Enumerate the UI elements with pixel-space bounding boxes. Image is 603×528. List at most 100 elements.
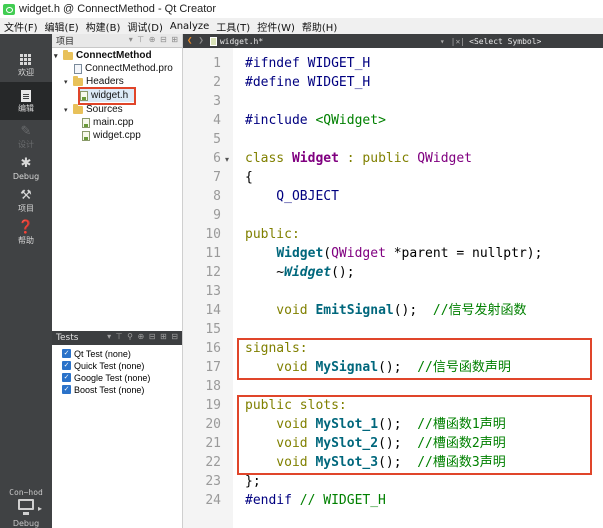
tests-pane: Tests ▾ ⊤ ⚲ ⊕ ⊟ ⊞ ⊟ ✓ Qt Test (none) ✓ Q… [52,331,183,528]
mode-projects-label: 项目 [18,204,34,213]
test-item-quick[interactable]: ✓ Quick Test (none) [62,360,144,371]
code-line-14: void EmitSignal(); //信号发射函数 [245,301,527,320]
tree-pro-label: ConnectMethod.pro [85,63,173,74]
symbol-selector[interactable]: <Select Symbol> [469,37,541,46]
help-question-icon: ❓ [17,220,35,235]
line-number: 19 [205,398,221,413]
menu-controls[interactable]: 控件(W) [257,19,295,34]
line-number: 7 [213,170,221,185]
checkbox-checked-icon[interactable]: ✓ [62,373,71,382]
menu-file[interactable]: 文件(F) [4,19,38,34]
build-config-label[interactable]: Debug [0,519,52,528]
line-number: 12 [205,265,221,280]
checkbox-checked-icon[interactable]: ✓ [62,361,71,370]
menu-bar: 文件(F) 编辑(E) 构建(B) 调试(D) Analyze 工具(T) 控件… [0,18,603,34]
expand-arrow-icon[interactable]: ▾ [64,106,73,114]
code-indent: ~ [245,265,285,280]
expand-arrow-icon[interactable]: ▾ [64,78,73,86]
menu-help[interactable]: 帮助(H) [302,19,337,34]
window-title: widget.h @ ConnectMethod - Qt Creator [19,3,217,15]
qt-creator-icon [3,3,15,15]
test-item-boost[interactable]: ✓ Boost Test (none) [62,384,144,395]
header-file-icon [209,36,217,46]
line-number: 10 [205,227,221,242]
mode-edit-button[interactable]: 编辑 [0,82,52,120]
code-line-7: { [245,170,253,185]
mode-help-button[interactable]: ❓ 帮助 [0,214,52,252]
function-name: EmitSignal [315,303,394,318]
tree-sources-label: Sources [86,104,123,115]
test-item-qt[interactable]: ✓ Qt Test (none) [62,348,131,359]
tests-pane-tools-icons[interactable]: ▾ ⊤ ⚲ ⊕ ⊟ ⊞ ⊟ [107,332,179,341]
tests-pane-toolbar: Tests ▾ ⊤ ⚲ ⊕ ⊟ ⊞ ⊟ [52,331,182,345]
preprocessor-directive: #define [245,75,300,90]
close-document-icon[interactable]: |✕| [451,37,465,46]
mode-welcome-label: 欢迎 [18,67,34,77]
line-number: 16 [205,341,221,356]
mode-welcome-button[interactable]: 欢迎 [0,46,52,84]
welcome-grid-icon [20,53,32,66]
source-file-icon [82,117,90,128]
test-item-label: Boost Test (none) [74,384,145,395]
line-number: 13 [205,284,221,299]
code-text: : public [338,151,418,166]
line-number: 11 [205,246,221,261]
fold-marker-icon[interactable]: ▾ [225,155,229,164]
code-line-11: Widget(QWidget *parent = nullptr); [245,244,542,263]
macro-name: WIDGET_H [299,56,371,71]
type-name: QWidget [331,246,386,261]
nav-forward-icon[interactable]: ❯ [198,36,203,46]
project-pane-tools-icons[interactable]: ▾ ⊤ ⊕ ⊟ ⊞ [129,35,179,44]
preprocessor-directive: #endif [245,493,292,508]
line-number: 23 [205,474,221,489]
tree-project-label: ConnectMethod [76,50,152,61]
code-comment: //信号发射函数 [432,303,527,318]
line-number: 21 [205,436,221,451]
menu-tools[interactable]: 工具(T) [216,19,250,34]
checkbox-checked-icon[interactable]: ✓ [62,385,71,394]
test-item-label: Google Test (none) [74,372,151,383]
code-text: (); [393,303,433,318]
checkbox-checked-icon[interactable]: ✓ [62,349,71,358]
editor-tab-bar: ❮ ❯ widget.h* ▾ |✕| <Select Symbol> [183,34,603,48]
kit-selector-monitor-icon[interactable] [18,499,34,515]
code-line-8: Q_OBJECT [245,189,339,204]
line-number: 14 [205,303,221,318]
mode-selector-bar: 欢迎 编辑 ✎ 设计 ✱ Debug ⚒ 项目 ❓ 帮助 Con~hod ▸ D… [0,34,52,528]
editor-document-tab[interactable]: widget.h* [220,37,440,46]
line-number: 18 [205,379,221,394]
line-number: 2 [213,75,221,90]
line-number: 15 [205,322,221,337]
project-view-selector[interactable]: 项目 [56,34,74,47]
macro-name: WIDGET_H [299,75,371,90]
preprocessor-directive: #ifndef [245,56,300,71]
test-item-google[interactable]: ✓ Google Test (none) [62,372,150,383]
kit-selector-caret-icon[interactable]: ▸ [38,504,42,513]
preprocessor-directive: #include [245,113,308,128]
tree-pro-file[interactable]: ConnectMethod.pro [74,62,173,75]
project-pane-toolbar: 项目 ▾ ⊤ ⊕ ⊟ ⊞ [52,34,182,48]
active-project-label[interactable]: Con~hod [0,488,52,497]
design-pen-icon: ✎ [20,124,32,139]
pro-file-icon [74,63,82,74]
code-comment: // WIDGET_H [291,493,386,508]
sources-folder-icon [73,103,83,114]
menu-edit[interactable]: 编辑(E) [45,19,79,34]
tests-pane-title[interactable]: Tests [56,333,78,343]
keyword: void [245,303,316,318]
code-text: *parent = nullptr); [385,246,543,261]
expand-arrow-icon[interactable]: ▾ [54,52,63,60]
document-dropdown-icon[interactable]: ▾ [440,37,445,46]
code-editor[interactable]: #ifndef WIDGET_H #define WIDGET_H #inclu… [233,48,603,528]
menu-analyze[interactable]: Analyze [170,21,209,32]
menu-debug[interactable]: 调试(D) [127,19,163,34]
nav-back-icon[interactable]: ❮ [187,36,192,46]
tree-main-cpp[interactable]: main.cpp [82,116,134,129]
tree-project-root[interactable]: ▾ ConnectMethod [54,49,152,62]
destructor-name: Widget [284,265,332,280]
code-line-1: #ifndef WIDGET_H [245,54,370,73]
tree-widget-cpp[interactable]: widget.cpp [82,129,141,142]
menu-build[interactable]: 构建(B) [86,19,121,34]
line-number: 9 [213,208,221,223]
